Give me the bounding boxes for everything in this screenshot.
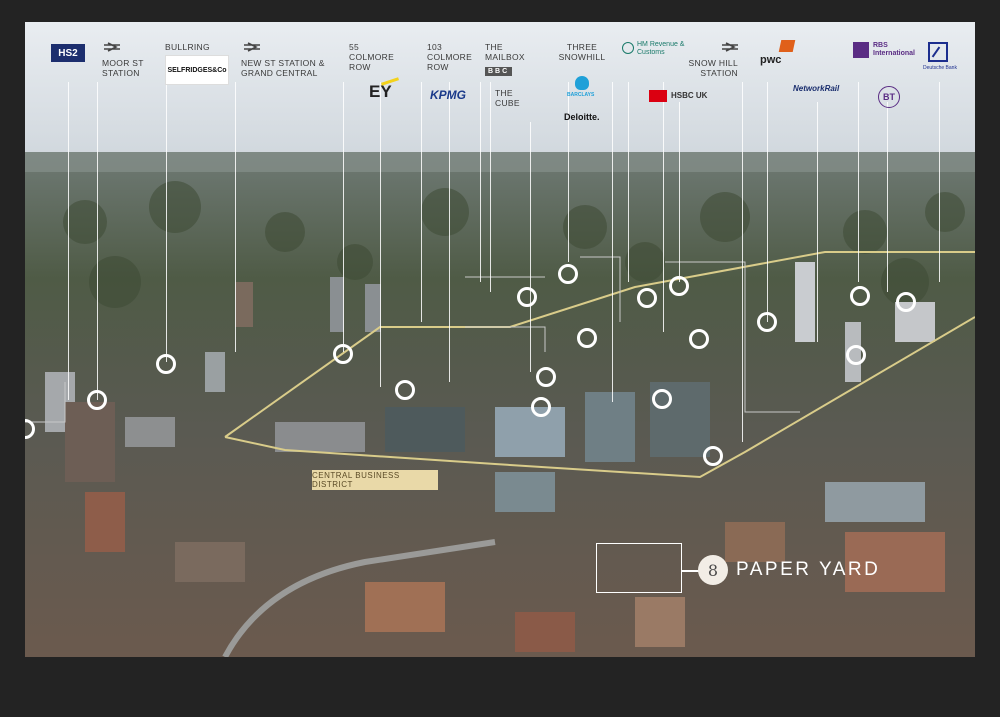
- pin-line: [817, 102, 818, 342]
- deutsche-bank-logo: Deutsche Bank: [923, 65, 957, 71]
- paper-yard-label: PAPER YARD: [736, 559, 881, 580]
- rail-icon: [104, 42, 120, 52]
- pin-line: [421, 82, 422, 322]
- bt-logo: BT: [878, 86, 900, 108]
- pin-line: [380, 82, 381, 387]
- network-rail-logo: NetworkRail: [793, 84, 840, 93]
- location-marker[interactable]: [577, 328, 597, 348]
- location-marker[interactable]: [689, 329, 709, 349]
- pin-line: [767, 82, 768, 322]
- pin-line: [490, 82, 491, 292]
- location-marker[interactable]: [850, 286, 870, 306]
- pin-line: [612, 82, 613, 402]
- map-overlay: HS2 MOOR ST STATION BULLRING SELFRIDGES&…: [25, 22, 975, 657]
- location-marker[interactable]: [156, 354, 176, 374]
- hmrc-crest-icon: [622, 42, 634, 54]
- cube-label: THE CUBE: [495, 88, 520, 108]
- bullring-label: BULLRING: [165, 42, 210, 52]
- pin-line: [480, 82, 481, 282]
- location-marker[interactable]: [333, 344, 353, 364]
- deloitte-logo: Deloitte.: [564, 112, 600, 122]
- location-marker[interactable]: [757, 312, 777, 332]
- pin-line: [343, 82, 344, 352]
- pin-line: [568, 82, 569, 262]
- pin-line: [235, 82, 236, 352]
- pin-line: [663, 82, 664, 332]
- location-marker[interactable]: [637, 288, 657, 308]
- deutsche-bank-icon: [928, 42, 948, 62]
- colmore-103-label: 103 COLMORE ROW: [427, 42, 473, 72]
- location-marker[interactable]: [517, 287, 537, 307]
- aerial-map-image: HS2 MOOR ST STATION BULLRING SELFRIDGES&…: [25, 22, 975, 657]
- location-marker[interactable]: [558, 264, 578, 284]
- location-marker[interactable]: [536, 367, 556, 387]
- rbs-mark-icon: [853, 42, 869, 58]
- kpmg-logo: KPMG: [430, 88, 466, 102]
- paper-yard-logo-icon: 8: [698, 555, 728, 585]
- location-marker[interactable]: [395, 380, 415, 400]
- hsbc-logo: HSBC UK: [671, 91, 708, 100]
- pwc-logo: pwc: [760, 54, 782, 66]
- new-st-label: NEW ST STATION & GRAND CENTRAL: [241, 58, 325, 78]
- hs2-logo: HS2: [51, 44, 85, 62]
- hsbc-hexagon-icon: [649, 90, 667, 102]
- pin-line: [449, 82, 450, 382]
- location-marker[interactable]: [846, 345, 866, 365]
- location-marker[interactable]: [652, 389, 672, 409]
- rail-icon: [244, 42, 260, 52]
- snowhill-station-label: SNOW HILL STATION: [688, 58, 738, 78]
- location-marker[interactable]: [669, 276, 689, 296]
- pwc-mark-icon: [778, 40, 796, 52]
- location-marker[interactable]: [896, 292, 916, 312]
- location-marker[interactable]: [87, 390, 107, 410]
- pin-line: [166, 82, 167, 362]
- location-marker[interactable]: [531, 397, 551, 417]
- barclays-logo: BARCLAYS: [567, 92, 595, 98]
- pin-line: [97, 82, 98, 400]
- selfridges-logo: SELFRIDGES&Co: [165, 55, 229, 85]
- pin-line: [530, 122, 531, 372]
- pin-line: [628, 82, 629, 282]
- pin-line: [742, 82, 743, 442]
- mailbox-label: THE MAILBOX: [485, 42, 525, 62]
- snowhill3-label: THREE SNOWHILL: [558, 42, 606, 62]
- ey-logo: EY: [369, 82, 392, 101]
- pin-line: [858, 82, 859, 282]
- moor-st-label: MOOR ST STATION: [102, 58, 144, 78]
- paper-yard-site-box[interactable]: [596, 543, 682, 593]
- pin-line: [939, 82, 940, 282]
- pin-line: [679, 102, 680, 282]
- bbc-logo: BBC: [485, 67, 513, 76]
- pin-line: [68, 82, 69, 400]
- colmore-55-label: 55 COLMORE ROW: [349, 42, 395, 72]
- cbd-label: CENTRAL BUSINESS DISTRICT: [312, 470, 438, 490]
- hmrc-logo: HM Revenue & Customs: [637, 41, 685, 56]
- location-marker[interactable]: [703, 446, 723, 466]
- pin-line: [887, 102, 888, 292]
- rail-icon: [722, 42, 738, 52]
- barclays-eagle-icon: [575, 76, 589, 90]
- rbs-logo: RBS International: [873, 42, 916, 57]
